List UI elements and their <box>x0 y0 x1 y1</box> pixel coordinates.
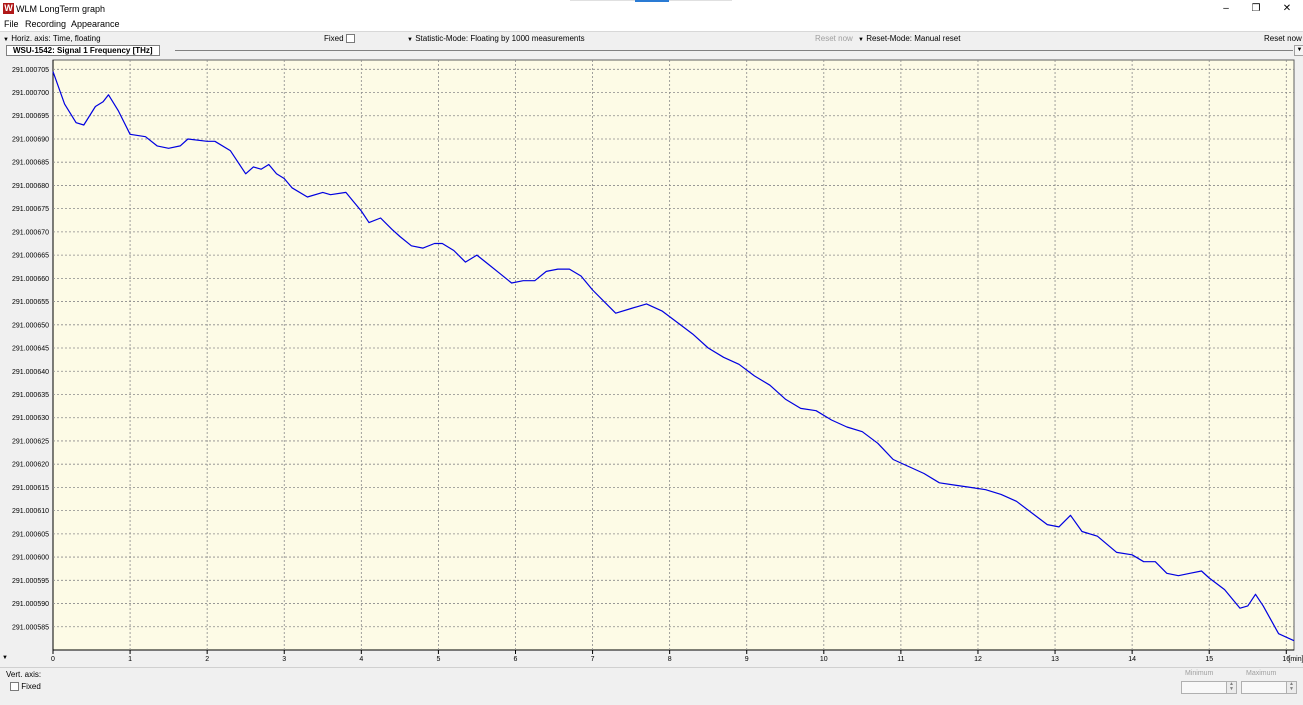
dropdown-arrow-icon: ▼ <box>407 37 413 43</box>
y-tick-label: 291.000640 <box>12 369 49 376</box>
window-title: WLM LongTerm graph <box>16 4 106 14</box>
y-tick-label: 291.000610 <box>12 508 49 515</box>
maximum-label: Maximum <box>1246 670 1277 677</box>
statistic-mode-dropdown[interactable]: ▼ Statistic-Mode: Floating by 1000 measu… <box>407 34 585 43</box>
fixed-checkbox-top[interactable]: Fixed <box>324 34 355 44</box>
x-tick-label: 13 <box>1051 656 1059 663</box>
plot-area <box>52 59 1295 651</box>
frequency-chart[interactable]: 291.000705 291.000700 291.000695 291.000690… <box>0 54 1303 667</box>
y-tick-label: 291.000655 <box>12 299 49 306</box>
y-tick-label: 291.000700 <box>12 90 49 97</box>
dropdown-arrow-icon: ▼ <box>3 37 9 43</box>
x-tick-label: 7 <box>591 656 595 663</box>
y-tick-label: 291.000675 <box>12 206 49 213</box>
maximum-spinner-icon[interactable]: ▲ ▼ <box>1286 681 1297 694</box>
x-tick-label: 2 <box>205 656 209 663</box>
y-tick-label: 291.000595 <box>12 578 49 585</box>
y-tick-label: 291.000695 <box>12 113 49 120</box>
y-tick-label: 291.000680 <box>12 183 49 190</box>
reset-mode-label: Reset-Mode: Manual reset <box>866 34 961 43</box>
menu-recording[interactable]: Recording <box>25 19 66 29</box>
y-tick-label: 291.000615 <box>12 485 49 492</box>
x-tick-label: 3 <box>282 656 286 663</box>
checkbox-icon <box>345 34 355 44</box>
x-tick-label: 11 <box>897 656 904 663</box>
x-tick-label: 1 <box>128 656 132 663</box>
y-tick-label: 291.000705 <box>12 67 49 74</box>
dropdown-arrow-icon: ▼ <box>858 37 864 43</box>
x-tick-label: 0 <box>51 656 55 663</box>
title-bar-highlight <box>635 0 669 2</box>
y-tick-label: 291.000600 <box>12 555 49 562</box>
vert-axis-label: Vert. axis: <box>6 670 42 679</box>
checkbox-icon <box>10 682 19 692</box>
chart-title: WSU-1542: Signal 1 Frequency [THz] <box>6 45 160 56</box>
restore-icon[interactable]: ❐ <box>1241 1 1271 16</box>
y-tick-label: 291.000605 <box>12 531 49 538</box>
x-axis-unit-label: [min] <box>1288 656 1303 663</box>
app-logo-icon: W <box>3 3 14 14</box>
fixed-checkbox-bottom[interactable]: Fixed <box>10 682 41 692</box>
title-bar: W WLM LongTerm graph – ❐ ✕ <box>0 0 1303 17</box>
x-tick-label: 8 <box>668 656 672 663</box>
minimum-input[interactable] <box>1181 681 1227 694</box>
menu-file[interactable]: File <box>4 19 19 29</box>
horiz-axis-label: Horiz. axis: Time, floating <box>11 34 101 43</box>
y-tick-label: 291.000630 <box>12 415 49 422</box>
x-tick-label: 5 <box>436 656 440 663</box>
reset-now-button[interactable]: Reset now <box>1264 34 1302 43</box>
y-tick-label: 291.000635 <box>12 392 49 399</box>
y-tick-label: 291.000685 <box>12 160 49 167</box>
y-tick-label: 291.000585 <box>12 624 49 631</box>
statistic-mode-label: Statistic-Mode: Floating by 1000 measure… <box>415 34 585 43</box>
minimize-icon[interactable]: – <box>1211 1 1241 16</box>
maximum-input[interactable] <box>1241 681 1287 694</box>
chart-title-divider <box>175 50 1293 51</box>
y-tick-label: 291.000660 <box>12 276 49 283</box>
x-tick-label: 6 <box>514 656 518 663</box>
y-tick-label: 291.000625 <box>12 438 49 445</box>
reset-now-button-disabled[interactable]: Reset now <box>815 34 853 43</box>
y-tick-label: 291.000670 <box>12 229 49 236</box>
bottom-panel: Vert. axis: Fixed Minimum Maximum ▲ ▼ ▲ ▼ <box>0 667 1303 705</box>
y-tick-label: 291.000650 <box>12 322 49 329</box>
x-tick-label: 10 <box>820 656 828 663</box>
x-tick-label: 4 <box>359 656 363 663</box>
toolbar: ▼ Horiz. axis: Time, floating Fixed ▼ St… <box>0 31 1303 46</box>
x-tick-label: 9 <box>745 656 749 663</box>
reset-mode-dropdown[interactable]: ▼ Reset-Mode: Manual reset <box>858 34 960 43</box>
y-tick-label: 291.000690 <box>12 136 49 143</box>
minimum-spinner-icon[interactable]: ▲ ▼ <box>1226 681 1237 694</box>
fixed-label-bottom: Fixed <box>21 682 41 691</box>
x-tick-label: 14 <box>1128 656 1136 663</box>
x-tick-label: 15 <box>1205 656 1213 663</box>
menu-appearance[interactable]: Appearance <box>71 19 120 29</box>
y-tick-label: 291.000620 <box>12 462 49 469</box>
close-icon[interactable]: ✕ <box>1272 1 1302 16</box>
y-tick-label: 291.000645 <box>12 346 49 353</box>
fixed-label-top: Fixed <box>324 34 344 43</box>
menu-bar: File Recording Appearance <box>0 17 1303 31</box>
y-tick-label: 291.000590 <box>12 601 49 608</box>
x-tick-label: 12 <box>974 656 982 663</box>
minimum-label: Minimum <box>1185 670 1214 677</box>
y-tick-label: 291.000665 <box>12 253 49 260</box>
horiz-axis-dropdown[interactable]: ▼ Horiz. axis: Time, floating <box>3 34 101 43</box>
